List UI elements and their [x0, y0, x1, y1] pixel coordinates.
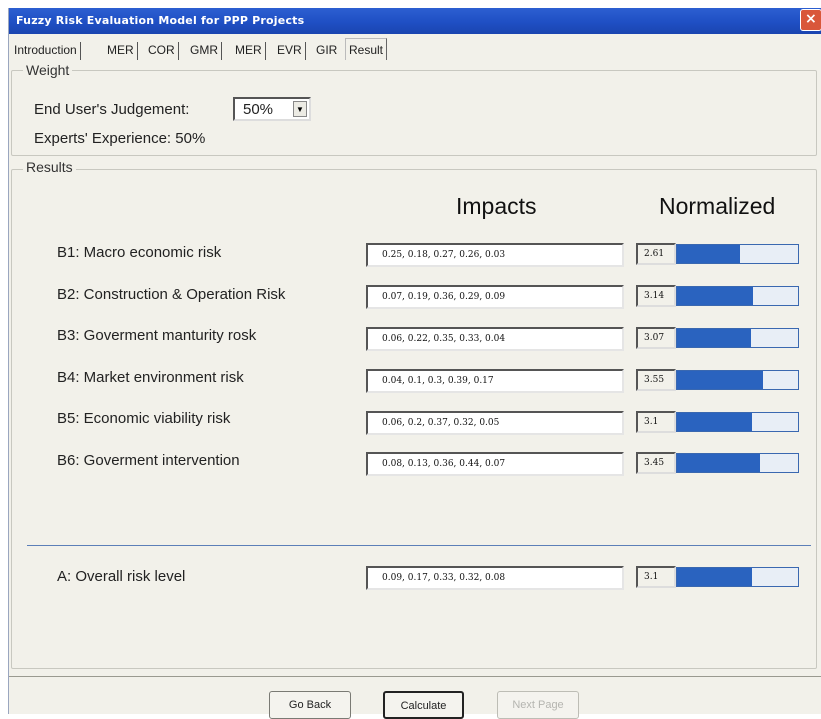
tab-mer-2[interactable]: MER [232, 42, 266, 60]
end-user-judgement-label: End User's Judgement: [34, 101, 190, 118]
overall-risk-label: A: Overall risk level [57, 568, 186, 585]
normalized-bar-b1 [676, 244, 799, 264]
tab-gir[interactable]: GIR [313, 42, 340, 60]
normalized-header: Normalized [659, 193, 776, 219]
normalized-value-b5: 3.1 [636, 411, 676, 433]
normalized-value-b2: 3.14 [636, 285, 676, 307]
tab-gmr[interactable]: GMR [187, 42, 222, 60]
normalized-bar-b5 [676, 412, 799, 432]
normalized-bar-fill [677, 454, 761, 472]
normalized-bar-b2 [676, 286, 799, 306]
normalized-value-b4: 3.55 [636, 369, 676, 391]
normalized-value-b1: 2.61 [636, 243, 676, 265]
footer-separator [9, 676, 821, 677]
window-title: Fuzzy Risk Evaluation Model for PPP Proj… [16, 14, 305, 27]
tab-evr[interactable]: EVR [274, 42, 306, 60]
tab-result[interactable]: Result [345, 38, 388, 60]
normalized-value-b3: 3.07 [636, 327, 676, 349]
risk-label-b3: B3: Goverment manturity rosk [57, 327, 257, 344]
risk-label-b2: B2: Construction & Operation Risk [57, 286, 286, 303]
end-user-judgement-select[interactable]: 50% ▼ [233, 97, 311, 121]
normalized-bar-b6 [676, 453, 799, 473]
normalized-bar-fill [677, 245, 741, 263]
impacts-field-overall[interactable]: 0.09, 0.17, 0.33, 0.32, 0.08 [366, 566, 624, 590]
normalized-bar-fill [677, 568, 753, 586]
risk-label-b1: B1: Macro economic risk [57, 244, 222, 261]
normalized-bar-b3 [676, 328, 799, 348]
calculate-button[interactable]: Calculate [383, 691, 464, 719]
risk-label-b4: B4: Market environment risk [57, 369, 244, 386]
risk-label-b5: B5: Economic viability risk [57, 410, 231, 427]
normalized-bar-fill [677, 329, 752, 347]
impacts-field-b1[interactable]: 0.25, 0.18, 0.27, 0.26, 0.03 [366, 243, 624, 267]
tab-cor[interactable]: COR [145, 42, 179, 60]
chevron-down-icon[interactable]: ▼ [293, 101, 307, 117]
app-window: Fuzzy Risk Evaluation Model for PPP Proj… [8, 8, 821, 719]
normalized-bar-fill [677, 287, 753, 305]
experts-experience-label: Experts' Experience: 50% [34, 130, 206, 147]
impacts-field-b5[interactable]: 0.06, 0.2, 0.37, 0.32, 0.05 [366, 411, 624, 435]
end-user-judgement-value: 50% [243, 101, 274, 118]
normalized-value-b6: 3.45 [636, 452, 676, 474]
impacts-field-b3[interactable]: 0.06, 0.22, 0.35, 0.33, 0.04 [366, 327, 624, 351]
impacts-field-b6[interactable]: 0.08, 0.13, 0.36, 0.44, 0.07 [366, 452, 624, 476]
tab-strip: Introduction MER COR GMR MER EVR GIR Res… [9, 38, 821, 60]
normalized-bar-overall [676, 567, 799, 587]
title-bar: Fuzzy Risk Evaluation Model for PPP Proj… [9, 8, 821, 34]
normalized-bar-fill [677, 371, 763, 389]
close-button[interactable]: × [800, 9, 821, 31]
tab-mer[interactable]: MER [104, 42, 138, 60]
impacts-field-b2[interactable]: 0.07, 0.19, 0.36, 0.29, 0.09 [366, 285, 624, 309]
next-page-button[interactable]: Next Page [497, 691, 579, 719]
impacts-field-b4[interactable]: 0.04, 0.1, 0.3, 0.39, 0.17 [366, 369, 624, 393]
results-group-label: Results [23, 159, 76, 175]
impacts-header: Impacts [456, 193, 537, 219]
normalized-bar-b4 [676, 370, 799, 390]
tab-introduction[interactable]: Introduction [11, 42, 81, 60]
results-divider [27, 545, 811, 546]
normalized-value-overall: 3.1 [636, 566, 676, 588]
risk-label-b6: B6: Goverment intervention [57, 452, 240, 469]
normalized-bar-fill [677, 413, 753, 431]
weight-group-label: Weight [23, 62, 73, 78]
go-back-button[interactable]: Go Back [269, 691, 351, 719]
